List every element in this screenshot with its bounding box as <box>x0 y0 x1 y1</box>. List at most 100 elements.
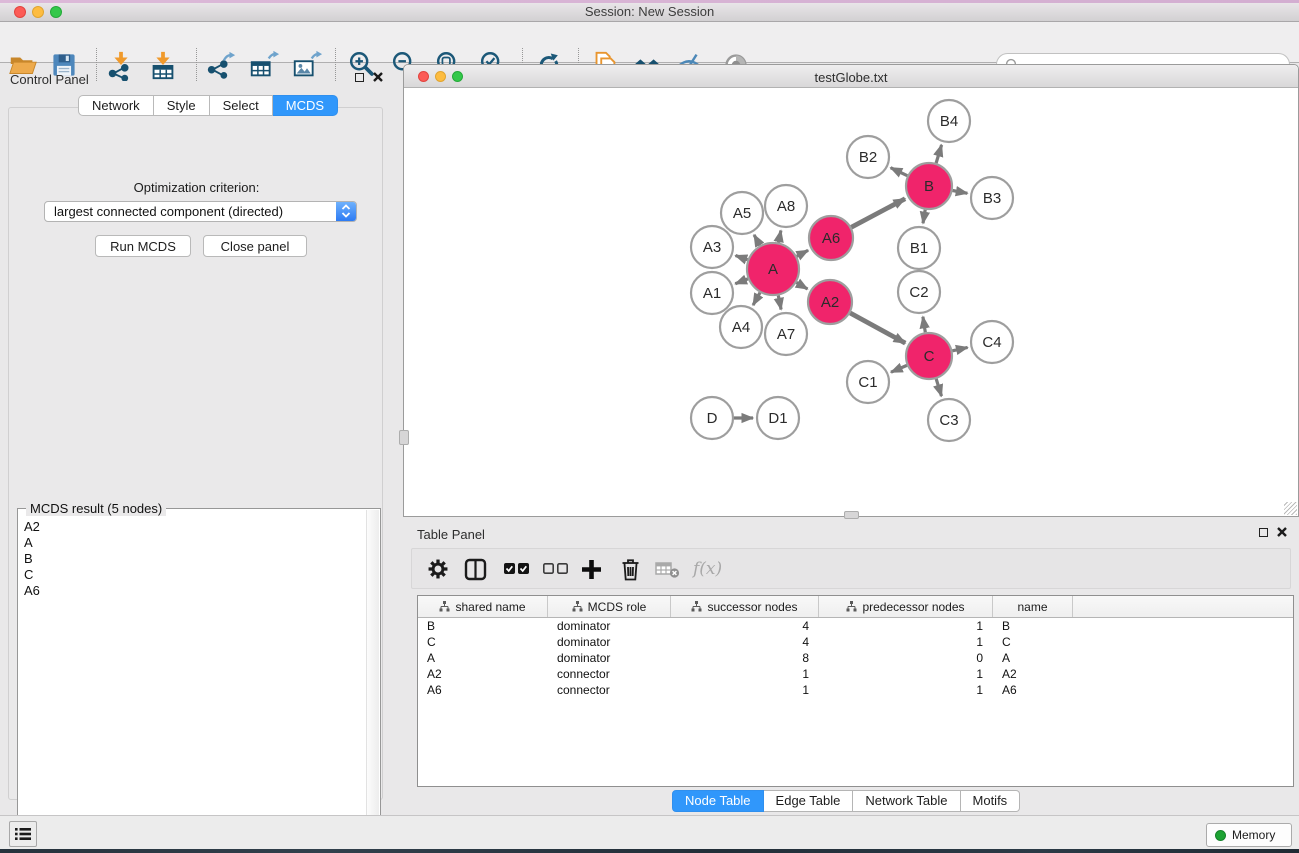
graph-node-A7[interactable]: A7 <box>765 313 807 355</box>
graph-edge-A2-C[interactable] <box>850 313 905 343</box>
graph-edge-A6-B[interactable] <box>851 199 905 228</box>
graph-node-B2[interactable]: B2 <box>847 136 889 178</box>
tab-node-table[interactable]: Node Table <box>672 790 764 812</box>
panel-list-button[interactable] <box>9 821 37 847</box>
float-panel-icon[interactable] <box>355 73 364 82</box>
float-panel-icon[interactable] <box>1259 528 1268 537</box>
birdseye-handle-bottom[interactable] <box>844 511 859 519</box>
cell-shared-name[interactable]: A2 <box>418 666 548 682</box>
cell-shared-name[interactable]: B <box>418 618 548 634</box>
cell-predecessor-nodes[interactable]: 1 <box>819 682 993 698</box>
cell-mcds-role[interactable]: dominator <box>548 618 671 634</box>
select-all-columns-icon[interactable] <box>504 557 529 581</box>
column-header-mcds-role[interactable]: MCDS role <box>548 596 671 617</box>
graph-node-C4[interactable]: C4 <box>971 321 1013 363</box>
result-item-a2[interactable]: A2 <box>20 519 364 535</box>
cell-shared-name[interactable]: A6 <box>418 682 548 698</box>
graph-edge-A-A2[interactable] <box>796 283 807 290</box>
graph-node-D[interactable]: D <box>691 397 733 439</box>
graph-node-B3[interactable]: B3 <box>971 177 1013 219</box>
graph-edge-A-A4[interactable] <box>753 293 760 306</box>
graph-node-A[interactable]: A <box>747 243 799 295</box>
cell-mcds-role[interactable]: dominator <box>548 650 671 666</box>
panel-layout-icon[interactable] <box>464 557 487 581</box>
graph-node-D1[interactable]: D1 <box>757 397 799 439</box>
graph-node-C1[interactable]: C1 <box>847 361 889 403</box>
memory-button[interactable]: Memory <box>1206 823 1292 847</box>
graph-node-A1[interactable]: A1 <box>691 272 733 314</box>
cell-predecessor-nodes[interactable]: 1 <box>819 634 993 650</box>
cell-name[interactable]: A <box>993 650 1073 666</box>
graph-edge-C-C3[interactable] <box>936 379 941 396</box>
unselect-all-columns-icon[interactable] <box>543 557 568 581</box>
tab-select[interactable]: Select <box>210 95 273 116</box>
graph-node-A6[interactable]: A6 <box>809 216 853 260</box>
cell-successor-nodes[interactable]: 4 <box>671 634 819 650</box>
graph-node-B4[interactable]: B4 <box>928 100 970 142</box>
tab-edge-table[interactable]: Edge Table <box>764 790 854 812</box>
column-header-successor-nodes[interactable]: successor nodes <box>671 596 819 617</box>
graph-edge-A-A3[interactable] <box>736 256 748 260</box>
result-list-scrollbar[interactable] <box>366 510 379 835</box>
run-mcds-button[interactable]: Run MCDS <box>95 235 191 257</box>
delete-table-icon[interactable] <box>655 557 680 581</box>
cell-predecessor-nodes[interactable]: 0 <box>819 650 993 666</box>
result-item-a6[interactable]: A6 <box>20 583 364 599</box>
graph-node-B[interactable]: B <box>906 163 952 209</box>
graph-edge-C-C2[interactable] <box>923 317 925 333</box>
close-panel-icon[interactable] <box>373 72 383 82</box>
cell-successor-nodes[interactable]: 4 <box>671 618 819 634</box>
graph-node-C2[interactable]: C2 <box>898 271 940 313</box>
graph-node-A8[interactable]: A8 <box>765 185 807 227</box>
cell-name[interactable]: B <box>993 618 1073 634</box>
graph-edge-B-B1[interactable] <box>923 210 925 224</box>
table-row-a[interactable]: Adominator80A <box>418 650 1293 666</box>
add-column-icon[interactable] <box>581 557 602 581</box>
column-header-name[interactable]: name <box>993 596 1073 617</box>
cell-predecessor-nodes[interactable]: 1 <box>819 618 993 634</box>
birdseye-handle-left[interactable] <box>399 430 409 445</box>
graph-node-A3[interactable]: A3 <box>691 226 733 268</box>
graph-edge-B-B2[interactable] <box>891 168 908 176</box>
graph-edge-B-B4[interactable] <box>936 145 942 163</box>
close-panel-button[interactable]: Close panel <box>203 235 307 257</box>
graph-edge-C-C4[interactable] <box>952 347 967 350</box>
table-row-a6[interactable]: A6connector11A6 <box>418 682 1293 698</box>
cell-shared-name[interactable]: C <box>418 634 548 650</box>
table-row-c[interactable]: Cdominator41C <box>418 634 1293 650</box>
cell-name[interactable]: A2 <box>993 666 1073 682</box>
graph-edge-A-A5[interactable] <box>754 235 760 246</box>
result-item-c[interactable]: C <box>20 567 364 583</box>
graph-edge-A-A6[interactable] <box>797 250 808 256</box>
graph-edge-A-A8[interactable] <box>779 231 781 243</box>
cell-name[interactable]: A6 <box>993 682 1073 698</box>
graph-edge-C-C1[interactable] <box>891 365 907 372</box>
result-item-a[interactable]: A <box>20 535 364 551</box>
optimization-criterion-select[interactable]: largest connected component (directed) <box>44 201 357 222</box>
graph-node-A5[interactable]: A5 <box>721 192 763 234</box>
tab-motifs[interactable]: Motifs <box>961 790 1021 812</box>
table-settings-icon[interactable] <box>428 557 448 581</box>
table-row-b[interactable]: Bdominator41B <box>418 618 1293 634</box>
cell-name[interactable]: C <box>993 634 1073 650</box>
function-builder-icon[interactable]: f(x) <box>693 557 722 581</box>
table-row-a2[interactable]: A2connector11A2 <box>418 666 1293 682</box>
graph-node-C3[interactable]: C3 <box>928 399 970 441</box>
column-header-shared-name[interactable]: shared name <box>418 596 548 617</box>
graph-node-C[interactable]: C <box>906 333 952 379</box>
cell-mcds-role[interactable]: connector <box>548 666 671 682</box>
cell-successor-nodes[interactable]: 1 <box>671 682 819 698</box>
cell-successor-nodes[interactable]: 1 <box>671 666 819 682</box>
graph-node-A4[interactable]: A4 <box>720 306 762 348</box>
tab-network[interactable]: Network <box>78 95 154 116</box>
graph-node-B1[interactable]: B1 <box>898 227 940 269</box>
network-window-titlebar[interactable]: testGlobe.txt <box>404 65 1298 88</box>
delete-column-icon[interactable] <box>620 557 641 581</box>
graph-edge-A-A1[interactable] <box>735 279 748 284</box>
tab-network-table[interactable]: Network Table <box>853 790 960 812</box>
column-header-predecessor-nodes[interactable]: predecessor nodes <box>819 596 993 617</box>
result-item-b[interactable]: B <box>20 551 364 567</box>
cell-shared-name[interactable]: A <box>418 650 548 666</box>
close-panel-icon[interactable] <box>1277 527 1287 537</box>
cell-successor-nodes[interactable]: 8 <box>671 650 819 666</box>
